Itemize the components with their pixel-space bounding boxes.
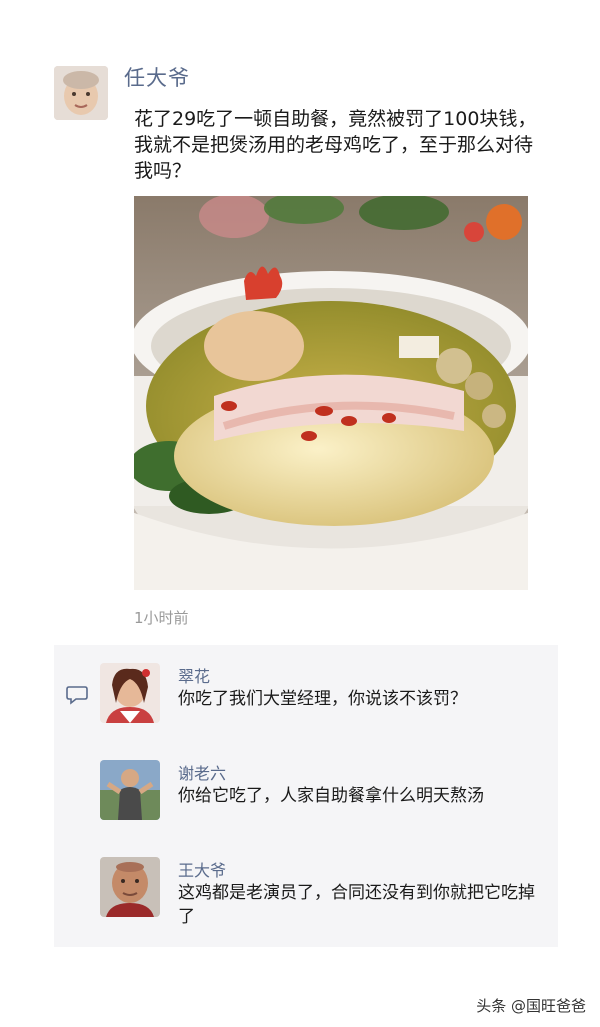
- watermark: 头条 @国旺爸爸: [476, 997, 586, 1015]
- comment-text: 你给它吃了，人家自助餐拿什么明天熬汤: [178, 786, 484, 806]
- comment-text: 你吃了我们大堂经理，你说该不该罚？: [178, 689, 467, 709]
- post-author-name[interactable]: 任大爷: [124, 62, 190, 92]
- commenter-name[interactable]: 翠花: [178, 663, 210, 687]
- comment-icon[interactable]: [66, 685, 88, 705]
- author-avatar[interactable]: [54, 66, 108, 120]
- comments-panel: 翠花 你吃了我们大堂经理，你说该不该罚？ 谢老六 你给它吃了，人家自助餐拿什么明…: [54, 645, 558, 947]
- post-text: 花了29吃了一顿自助餐，竟然被罚了100块钱，我就不是把煲汤用的老母鸡吃了，至于…: [134, 108, 537, 182]
- commenter-name[interactable]: 王大爷: [178, 857, 226, 881]
- post-timestamp: 1小时前: [134, 609, 189, 627]
- commenter-avatar[interactable]: [100, 857, 160, 917]
- commenter-name[interactable]: 谢老六: [178, 760, 226, 784]
- commenter-avatar[interactable]: [100, 760, 160, 820]
- comment-text: 这鸡都是老演员了，合同还没有到你就把它吃掉了: [178, 883, 535, 927]
- commenter-avatar[interactable]: [100, 663, 160, 723]
- post-photo[interactable]: [134, 196, 528, 590]
